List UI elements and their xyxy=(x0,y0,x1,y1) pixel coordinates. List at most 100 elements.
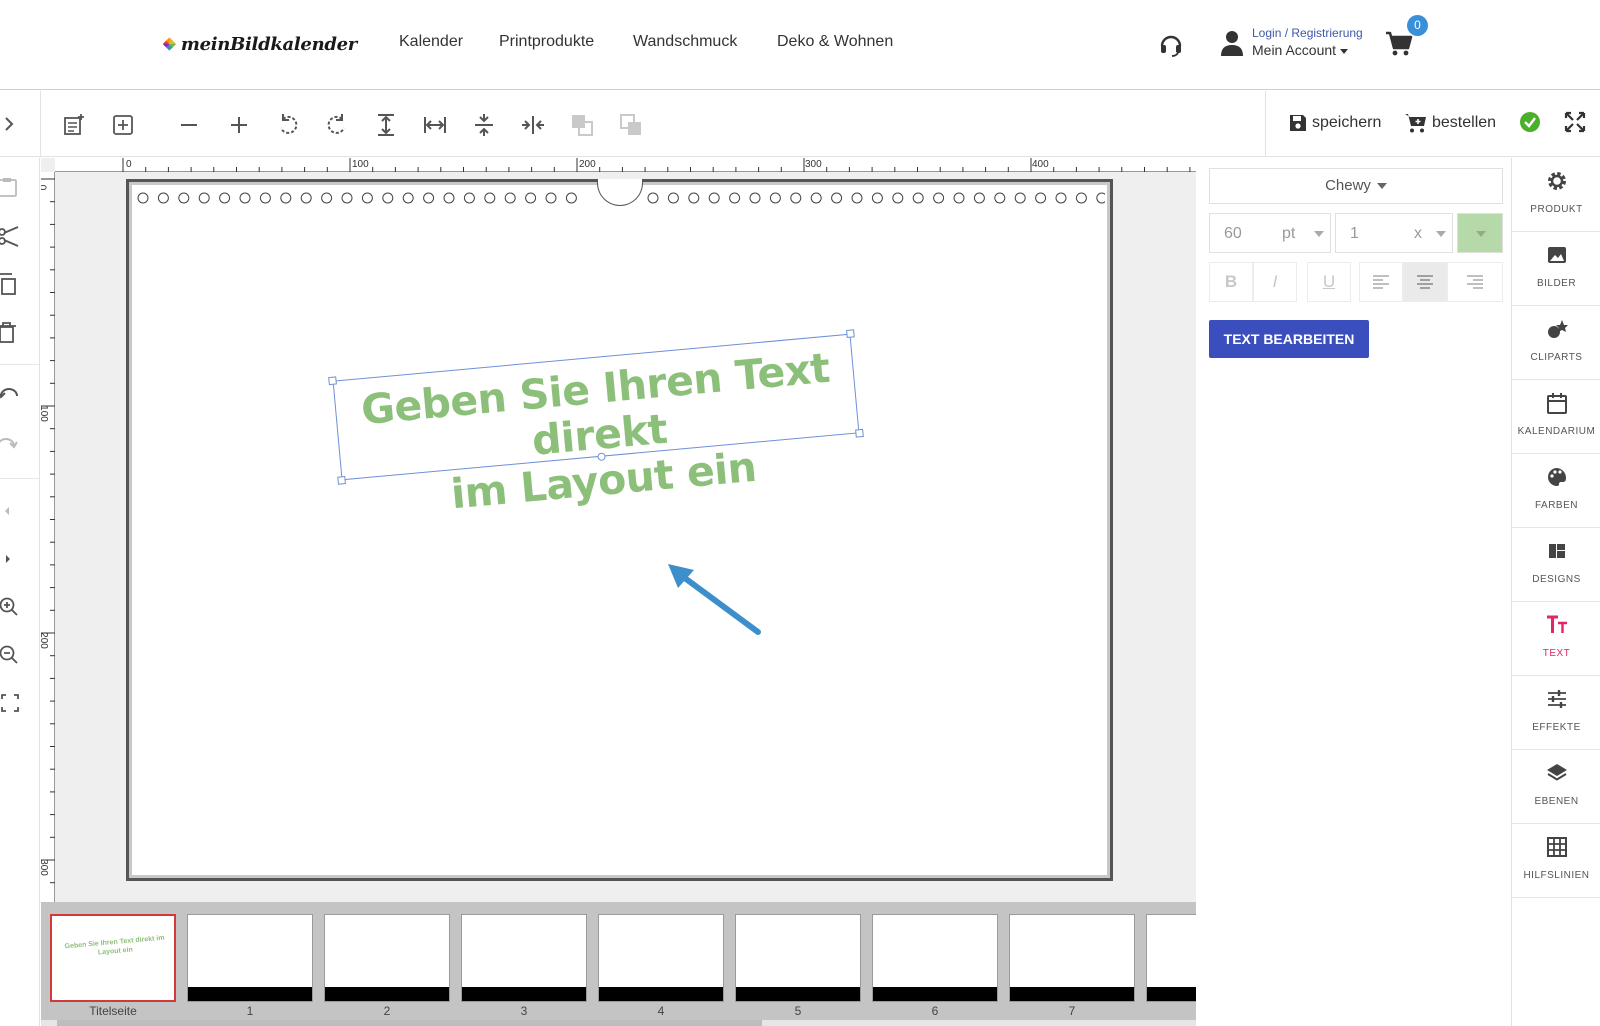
redo-icon[interactable] xyxy=(0,434,22,456)
binding-hole xyxy=(443,192,455,204)
binding-hole xyxy=(871,192,883,204)
canvas-text[interactable]: Geben Sie Ihren Text direkt im Layout ei… xyxy=(334,343,864,528)
send-backward-icon[interactable] xyxy=(569,112,595,138)
align-right-icon xyxy=(1467,275,1483,289)
ruler-label: 200 xyxy=(41,632,49,649)
rotate-left-icon[interactable] xyxy=(275,112,301,138)
resize-handle[interactable] xyxy=(855,428,864,438)
stretch-vertical-icon[interactable] xyxy=(373,112,399,138)
headset-support-icon[interactable] xyxy=(1158,32,1184,58)
zoom-in-icon[interactable] xyxy=(0,596,22,618)
sidebar-item-text[interactable]: TEXT xyxy=(1512,602,1600,676)
page-thumbnail[interactable] xyxy=(735,914,861,1002)
align-right-button[interactable] xyxy=(1447,262,1503,302)
sidebar-label: KALENDARIUM xyxy=(1517,426,1596,437)
sidebar-item-bilder[interactable]: BILDER xyxy=(1512,232,1600,306)
trash-icon[interactable] xyxy=(0,321,22,343)
canvas-workspace[interactable]: 0 100 200 300 400 0 100 200 300 Geben Si… xyxy=(41,158,1196,902)
page-thumbnail[interactable] xyxy=(1009,914,1135,1002)
calendar-page[interactable]: Geben Sie Ihren Text direkt im Layout ei… xyxy=(126,179,1113,881)
binding-hole xyxy=(198,192,210,204)
sidebar-label: DESIGNS xyxy=(1532,574,1581,585)
sidebar-item-farben[interactable]: FARBEN xyxy=(1512,454,1600,528)
align-center-button[interactable] xyxy=(1403,262,1447,302)
month-grid-strip xyxy=(188,987,312,1001)
bold-button[interactable]: B xyxy=(1209,262,1253,302)
zoom-out-icon[interactable] xyxy=(0,644,22,666)
binding-hole xyxy=(239,192,251,204)
tool-divider xyxy=(0,364,40,365)
thumbnail-scrollbar[interactable] xyxy=(41,1020,1196,1026)
save-button[interactable]: speichern xyxy=(1288,109,1381,137)
font-size-select[interactable]: 60 pt xyxy=(1209,213,1331,253)
fit-to-screen-icon[interactable] xyxy=(0,692,22,714)
line-height-select[interactable]: 1 x xyxy=(1335,213,1453,253)
zoom-plus-icon[interactable] xyxy=(226,112,252,138)
copy-icon[interactable] xyxy=(0,273,22,295)
edit-text-button[interactable]: TEXT BEARBEITEN xyxy=(1209,320,1369,358)
center-horizontal-icon[interactable] xyxy=(520,112,546,138)
bring-forward-icon[interactable] xyxy=(618,112,644,138)
stretch-horizontal-icon[interactable] xyxy=(422,112,448,138)
underline-button[interactable]: U xyxy=(1307,262,1351,302)
italic-button[interactable]: I xyxy=(1253,262,1297,302)
fullscreen-icon[interactable] xyxy=(1564,111,1586,133)
sidebar-item-ebenen[interactable]: EBENEN xyxy=(1512,750,1600,824)
binding-hole xyxy=(1014,192,1026,204)
resize-handle[interactable] xyxy=(337,476,346,485)
binding-hole xyxy=(1096,192,1105,204)
rotate-right-icon[interactable] xyxy=(324,112,350,138)
order-button[interactable]: bestellen xyxy=(1404,109,1496,137)
page-thumbnail[interactable] xyxy=(872,914,998,1002)
user-icon[interactable] xyxy=(1221,30,1243,56)
thumbnail-label: 3 xyxy=(520,1004,528,1018)
page-thumbnail[interactable] xyxy=(461,914,587,1002)
resize-handle[interactable] xyxy=(846,329,855,338)
sidebar-item-hilfslinien[interactable]: HILFSLINIEN xyxy=(1512,824,1600,898)
add-image-frame-icon[interactable] xyxy=(110,112,136,138)
binding-hole xyxy=(361,192,373,204)
resize-handle[interactable] xyxy=(328,376,337,386)
sidebar-label: EFFEKTE xyxy=(1532,722,1581,733)
add-text-icon[interactable] xyxy=(61,112,87,138)
page-thumbnail[interactable] xyxy=(598,914,724,1002)
selected-text-frame[interactable]: Geben Sie Ihren Text direkt im Layout ei… xyxy=(328,329,864,518)
shopping-cart-icon[interactable] xyxy=(1385,31,1413,57)
paste-icon[interactable] xyxy=(0,176,22,198)
scrollbar-thumb[interactable] xyxy=(57,1020,762,1026)
font-family-select[interactable]: Chewy xyxy=(1209,168,1503,204)
page-thumbnail-titelseite[interactable]: Geben Sie Ihren Text direkt im Layout ei… xyxy=(50,914,176,1002)
chevron-right-icon[interactable] xyxy=(2,114,18,134)
sidebar-item-designs[interactable]: DESIGNS xyxy=(1512,528,1600,602)
text-color-picker[interactable] xyxy=(1457,213,1503,253)
shapes-icon xyxy=(1548,320,1568,338)
page-thumbnail[interactable] xyxy=(1146,914,1196,1002)
sidebar-item-cliparts[interactable]: CLIPARTS xyxy=(1512,306,1600,380)
binding-hole xyxy=(769,192,781,204)
nav-link-deko-wohnen[interactable]: Deko & Wohnen xyxy=(777,33,893,51)
binding-hole xyxy=(912,192,924,204)
center-vertical-icon[interactable] xyxy=(471,112,497,138)
login-register-link[interactable]: Login / Registrierung xyxy=(1252,26,1363,40)
zoom-minus-icon[interactable] xyxy=(176,112,202,138)
nav-link-printprodukte[interactable]: Printprodukte xyxy=(499,33,594,51)
align-left-button[interactable] xyxy=(1359,262,1403,302)
next-page-icon[interactable] xyxy=(0,548,22,570)
ruler-label: 300 xyxy=(41,859,49,876)
nav-link-kalender[interactable]: Kalender xyxy=(399,33,463,51)
sidebar-item-kalendarium[interactable]: KALENDARIUM xyxy=(1512,380,1600,454)
cut-icon[interactable] xyxy=(0,225,22,247)
sidebar-item-produkt[interactable]: PRODUKT xyxy=(1512,158,1600,232)
page-thumbnail[interactable] xyxy=(324,914,450,1002)
ruler-label: 400 xyxy=(1032,159,1049,170)
binding-hole xyxy=(667,192,679,204)
nav-link-wandschmuck[interactable]: Wandschmuck xyxy=(633,33,737,51)
undo-icon[interactable] xyxy=(0,386,22,408)
site-logo[interactable]: meinBildkalender xyxy=(162,22,357,66)
page-thumbnail[interactable] xyxy=(187,914,313,1002)
sidebar-item-effekte[interactable]: EFFEKTE xyxy=(1512,676,1600,750)
previous-page-icon[interactable] xyxy=(0,500,22,522)
grid-icon xyxy=(1547,837,1567,857)
align-left-icon xyxy=(1373,275,1389,289)
my-account-dropdown[interactable]: Mein Account xyxy=(1252,42,1349,58)
